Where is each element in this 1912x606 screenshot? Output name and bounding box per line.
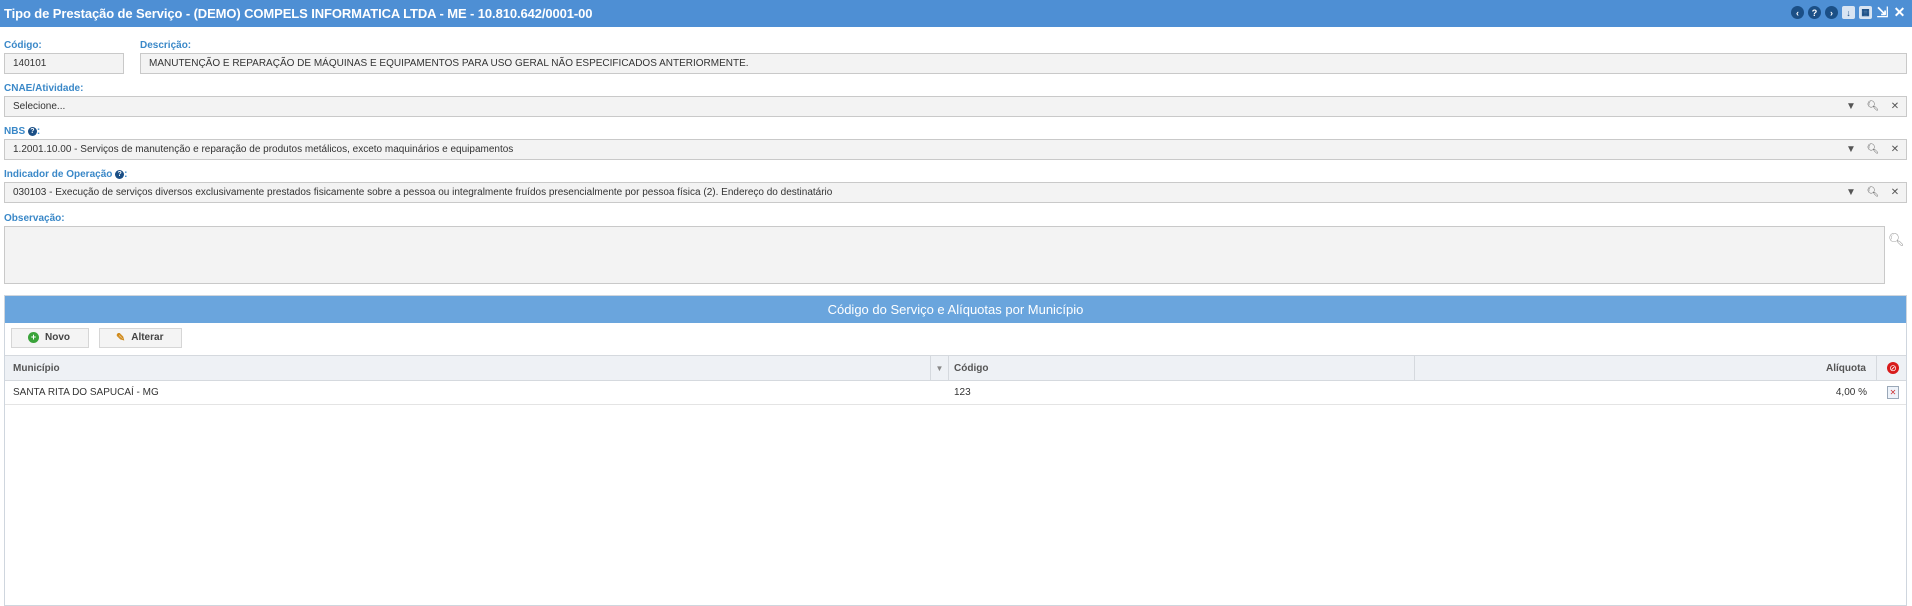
service-codes-grid: Código do Serviço e Alíquotas por Municí… xyxy=(4,295,1907,606)
column-municipio[interactable]: Município xyxy=(13,356,60,380)
cell-municipio: SANTA RITA DO SAPUCAÍ - MG xyxy=(13,387,159,398)
download-icon[interactable]: ↓ xyxy=(1842,6,1855,19)
alterar-button[interactable]: ✎ Alterar xyxy=(99,327,183,348)
chevron-down-icon[interactable]: ▼ xyxy=(930,356,949,380)
observacao-textarea[interactable] xyxy=(4,226,1885,284)
grid-column-header: Município ▼ Código Alíquota ⊘ xyxy=(5,355,1906,381)
nbs-select[interactable]: 1.2001.10.00 - Serviços de manutenção e … xyxy=(4,139,1907,160)
descricao-label: Descrição: xyxy=(140,40,192,51)
cnae-select[interactable]: Selecione... ▼ 🔍︎ ✕ xyxy=(4,96,1907,117)
indicador-label: Indicador de Operação xyxy=(4,169,113,180)
column-divider xyxy=(1876,356,1877,380)
help-icon[interactable]: ? xyxy=(1808,6,1821,19)
novo-button[interactable]: + Novo xyxy=(11,327,89,348)
help-icon[interactable]: ? xyxy=(115,169,125,179)
chevron-down-icon[interactable]: ▼ xyxy=(1844,100,1858,114)
window-controls: ‹ ? › ↓ ▦ ⇲ ✕ xyxy=(1791,4,1906,20)
add-icon: + xyxy=(28,332,39,343)
cnae-value: Selecione... xyxy=(13,101,66,112)
table-row[interactable]: SANTA RITA DO SAPUCAÍ - MG 123 4,00 % ✕ xyxy=(5,381,1906,405)
search-icon[interactable]: 🔍︎ xyxy=(1866,100,1880,114)
column-divider xyxy=(1414,356,1415,380)
cell-aliquota: 4,00 % xyxy=(1835,387,1867,398)
observacao-label: Observação: xyxy=(4,213,65,224)
nbs-tools: ▼ 🔍︎ ✕ xyxy=(1844,140,1902,159)
grid-title: Código do Serviço e Alíquotas por Municí… xyxy=(5,296,1906,323)
search-icon[interactable]: 🔍︎ xyxy=(1866,186,1880,200)
chevron-down-icon[interactable]: ▼ xyxy=(1844,143,1858,157)
clear-icon[interactable]: ✕ xyxy=(1888,100,1902,114)
shrink-icon[interactable]: ⇲ xyxy=(1876,4,1889,20)
close-icon[interactable]: ✕ xyxy=(1893,4,1906,20)
cell-codigo: 123 xyxy=(954,387,971,398)
column-aliquota[interactable]: Alíquota xyxy=(1705,356,1866,380)
descricao-field[interactable]: MANUTENÇÃO E REPARAÇÃO DE MÁQUINAS E EQU… xyxy=(140,53,1907,74)
codigo-label: Código: xyxy=(4,40,42,51)
zoom-icon[interactable]: 🔍︎ xyxy=(1888,232,1905,248)
indicador-value: 030103 - Execução de serviços diversos e… xyxy=(13,187,833,198)
alterar-label: Alterar xyxy=(131,332,164,343)
codigo-field[interactable]: 140101 xyxy=(4,53,124,74)
window-titlebar: Tipo de Prestação de Serviço - (DEMO) CO… xyxy=(0,0,1912,27)
nbs-label-wrap: NBS ?: xyxy=(4,126,41,137)
window-title: Tipo de Prestação de Serviço - (DEMO) CO… xyxy=(4,6,593,21)
column-codigo[interactable]: Código xyxy=(954,356,988,380)
delete-icon[interactable]: ⊘ xyxy=(1887,362,1899,374)
back-icon[interactable]: ‹ xyxy=(1791,6,1804,19)
indicador-select[interactable]: 030103 - Execução de serviços diversos e… xyxy=(4,182,1907,203)
clear-icon[interactable]: ✕ xyxy=(1888,143,1902,157)
nbs-label: NBS xyxy=(4,126,26,137)
indicador-tools: ▼ 🔍︎ ✕ xyxy=(1844,183,1902,202)
calendar-icon[interactable]: ▦ xyxy=(1859,6,1872,19)
help-icon[interactable]: ? xyxy=(27,126,37,136)
codigo-value: 140101 xyxy=(13,58,47,69)
cnae-tools: ▼ 🔍︎ ✕ xyxy=(1844,97,1902,116)
chevron-down-icon[interactable]: ▼ xyxy=(1844,186,1858,200)
indicador-label-wrap: Indicador de Operação ?: xyxy=(4,169,128,180)
remove-row-icon[interactable]: ✕ xyxy=(1887,386,1899,399)
novo-label: Novo xyxy=(45,332,70,343)
nbs-value: 1.2001.10.00 - Serviços de manutenção e … xyxy=(13,144,514,155)
cnae-label: CNAE/Atividade: xyxy=(4,83,84,94)
edit-icon: ✎ xyxy=(116,332,126,344)
clear-icon[interactable]: ✕ xyxy=(1888,186,1902,200)
descricao-value: MANUTENÇÃO E REPARAÇÃO DE MÁQUINAS E EQU… xyxy=(149,58,749,69)
grid-toolbar: + Novo ✎ Alterar xyxy=(5,323,1906,352)
forward-icon[interactable]: › xyxy=(1825,6,1838,19)
search-icon[interactable]: 🔍︎ xyxy=(1866,143,1880,157)
